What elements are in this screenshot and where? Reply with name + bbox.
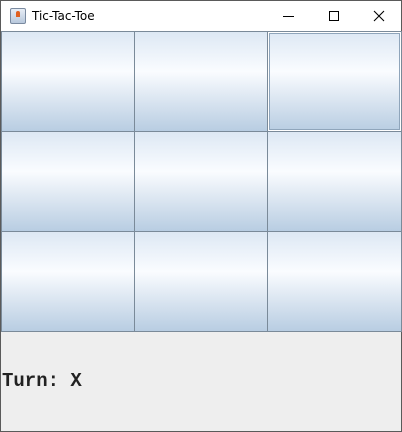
board-cell-5[interactable] <box>134 131 268 232</box>
turn-status-label: Turn: X <box>2 370 82 392</box>
close-button[interactable] <box>356 1 402 31</box>
board-cell-8[interactable] <box>134 231 268 332</box>
board-cell-1[interactable] <box>1 31 135 132</box>
board-cell-4[interactable] <box>1 131 135 232</box>
minimize-icon <box>282 15 294 17</box>
board-cell-6[interactable] <box>267 131 402 232</box>
board-cell-7[interactable] <box>1 231 135 332</box>
window: Tic-Tac-Toe Turn: X <box>0 0 402 432</box>
maximize-icon <box>329 11 339 21</box>
title-bar[interactable]: Tic-Tac-Toe <box>1 1 401 31</box>
board-cell-3[interactable] <box>267 31 402 132</box>
game-board <box>1 31 402 332</box>
minimize-button[interactable] <box>265 1 311 31</box>
board-cell-2[interactable] <box>134 31 268 132</box>
maximize-button[interactable] <box>311 1 357 31</box>
close-icon <box>373 10 385 22</box>
board-cell-9[interactable] <box>267 231 402 332</box>
window-title: Tic-Tac-Toe <box>32 9 95 23</box>
java-cup-icon <box>10 8 26 24</box>
